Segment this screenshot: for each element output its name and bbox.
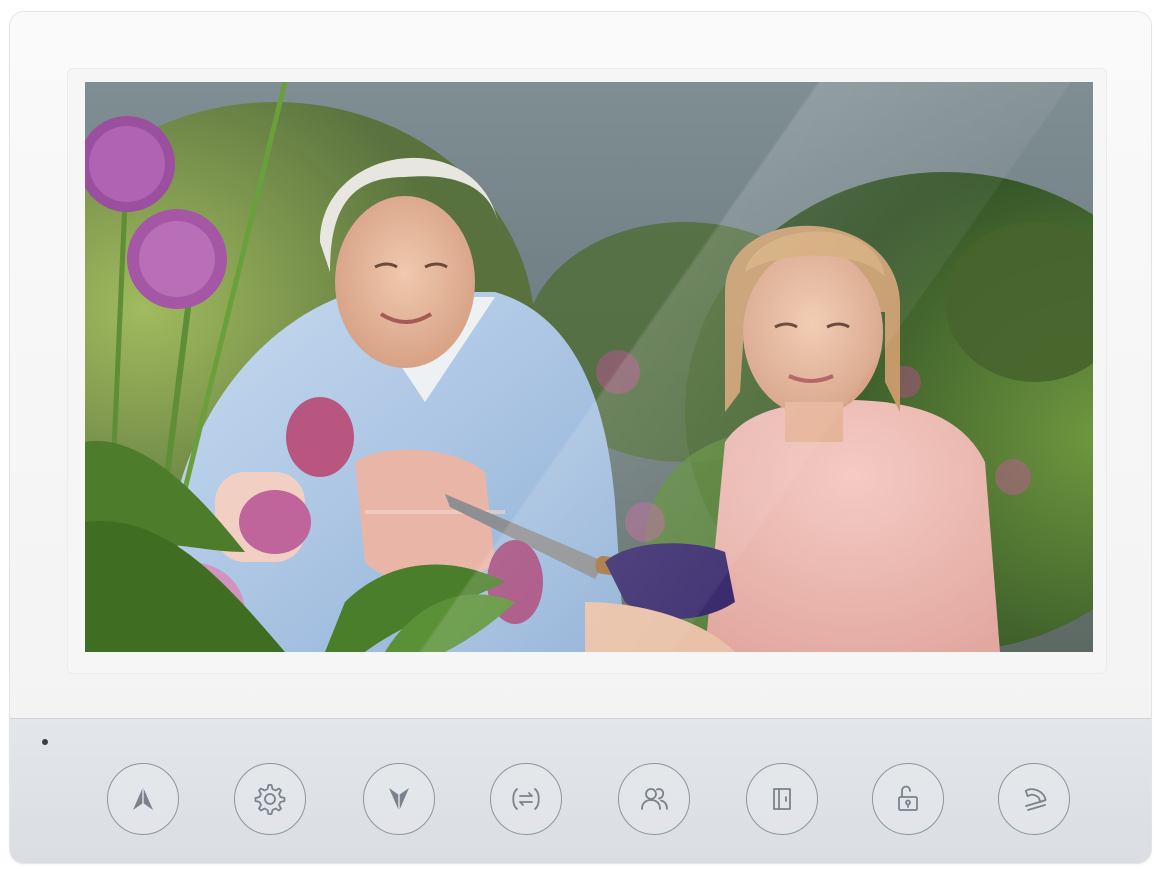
unlock-icon — [898, 785, 918, 811]
camera-feed-image — [85, 82, 1093, 652]
phone-hangup-icon — [1024, 788, 1047, 811]
camera-feed-screen[interactable] — [85, 82, 1093, 652]
switch-button[interactable] — [490, 763, 562, 835]
users-icon — [641, 788, 668, 810]
up-arrow-icon — [133, 786, 153, 810]
control-panel — [10, 718, 1151, 863]
down-button[interactable] — [363, 763, 435, 835]
switch-icon — [512, 788, 540, 810]
status-led — [42, 739, 48, 745]
door-button[interactable] — [746, 763, 818, 835]
up-button[interactable] — [107, 763, 179, 835]
unlock-button[interactable] — [872, 763, 944, 835]
door-icon — [773, 788, 791, 810]
hangup-button[interactable] — [998, 763, 1070, 835]
contacts-button[interactable] — [618, 763, 690, 835]
down-arrow-icon — [389, 788, 409, 812]
gear-icon — [254, 784, 286, 815]
intercom-monitor — [10, 12, 1151, 863]
settings-button[interactable] — [234, 763, 306, 835]
